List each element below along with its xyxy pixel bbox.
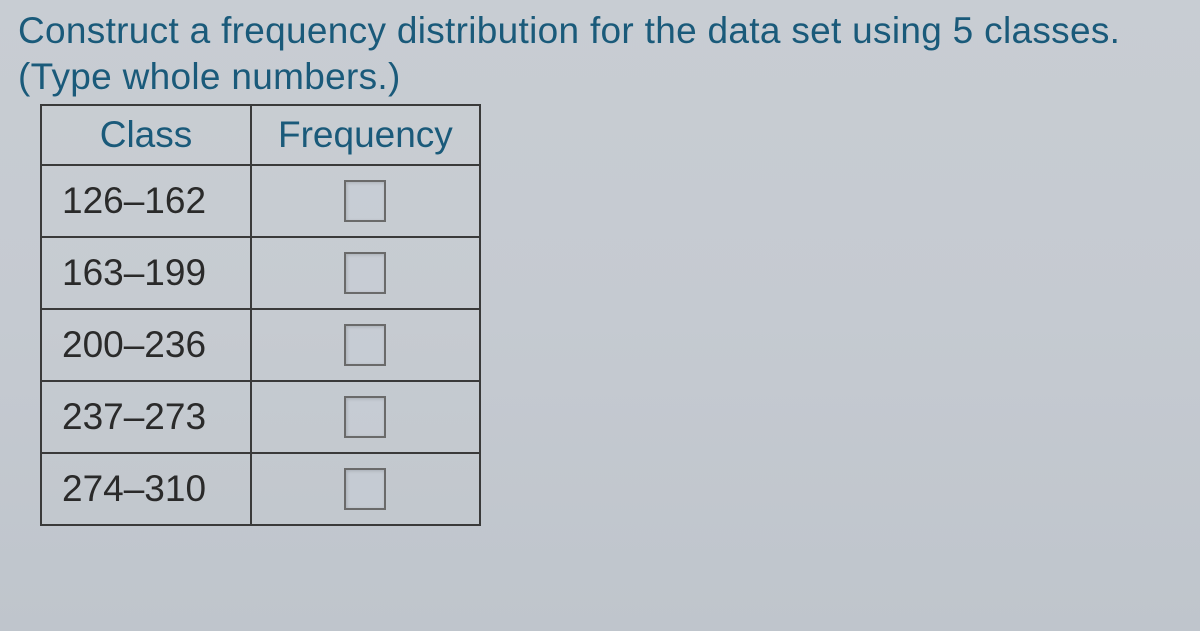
frequency-cell xyxy=(251,309,480,381)
instruction-text: Construct a frequency distribution for t… xyxy=(18,10,1182,52)
table-row: 274–310 xyxy=(41,453,480,525)
table-row: 163–199 xyxy=(41,237,480,309)
class-range-cell: 237–273 xyxy=(41,381,251,453)
table-row: 126–162 xyxy=(41,165,480,237)
frequency-cell xyxy=(251,381,480,453)
frequency-input[interactable] xyxy=(344,396,386,438)
frequency-input[interactable] xyxy=(344,252,386,294)
table-row: 200–236 xyxy=(41,309,480,381)
frequency-cell xyxy=(251,237,480,309)
class-range-cell: 126–162 xyxy=(41,165,251,237)
frequency-input[interactable] xyxy=(344,324,386,366)
frequency-cell xyxy=(251,165,480,237)
class-range-cell: 163–199 xyxy=(41,237,251,309)
header-class: Class xyxy=(41,105,251,165)
header-frequency: Frequency xyxy=(251,105,480,165)
frequency-input[interactable] xyxy=(344,180,386,222)
frequency-input[interactable] xyxy=(344,468,386,510)
class-range-cell: 200–236 xyxy=(41,309,251,381)
hint-text: (Type whole numbers.) xyxy=(18,56,1182,98)
frequency-cell xyxy=(251,453,480,525)
class-range-cell: 274–310 xyxy=(41,453,251,525)
table-row: 237–273 xyxy=(41,381,480,453)
frequency-table: Class Frequency 126–162 163–199 200–236 … xyxy=(40,104,481,526)
